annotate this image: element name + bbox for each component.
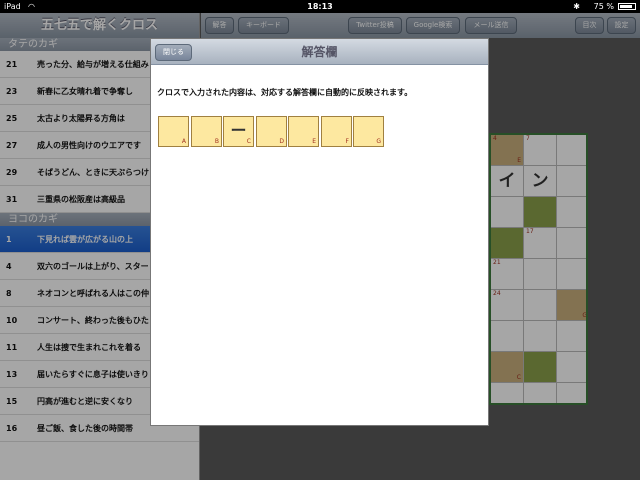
answer-key-label: C xyxy=(246,138,251,145)
close-button[interactable]: 閉じる xyxy=(155,44,192,61)
answer-box[interactable]: B xyxy=(191,116,222,147)
battery-icon xyxy=(618,3,636,10)
answer-sheet-modal: 解答欄 閉じる クロスで入力された内容は、対応する解答欄に自動的に反映されます。… xyxy=(150,38,489,426)
answer-key-label: E xyxy=(312,138,316,145)
modal-header: 解答欄 閉じる xyxy=(151,39,488,65)
answer-box[interactable]: A xyxy=(158,116,189,147)
answer-key-label: F xyxy=(345,138,349,145)
modal-title: 解答欄 xyxy=(301,45,338,59)
modal-description: クロスで入力された内容は、対応する解答欄に自動的に反映されます。 xyxy=(157,88,413,97)
answer-box[interactable]: F xyxy=(321,116,352,147)
answer-box[interactable]: D xyxy=(256,116,287,147)
answer-box[interactable]: G xyxy=(353,116,384,147)
answer-box[interactable]: ーC xyxy=(223,116,254,147)
answer-key-label: G xyxy=(376,138,381,145)
clock: 18:13 xyxy=(307,2,333,11)
status-bar: iPad ◠ 18:13 ✱ 75 % xyxy=(0,0,640,13)
answer-key-label: D xyxy=(279,138,284,145)
answer-box[interactable]: E xyxy=(288,116,319,147)
answer-key-label: B xyxy=(214,138,219,145)
answer-key-label: A xyxy=(181,138,186,145)
bluetooth-icon: ✱ xyxy=(573,2,580,11)
battery-percent: 75 % xyxy=(593,2,614,11)
